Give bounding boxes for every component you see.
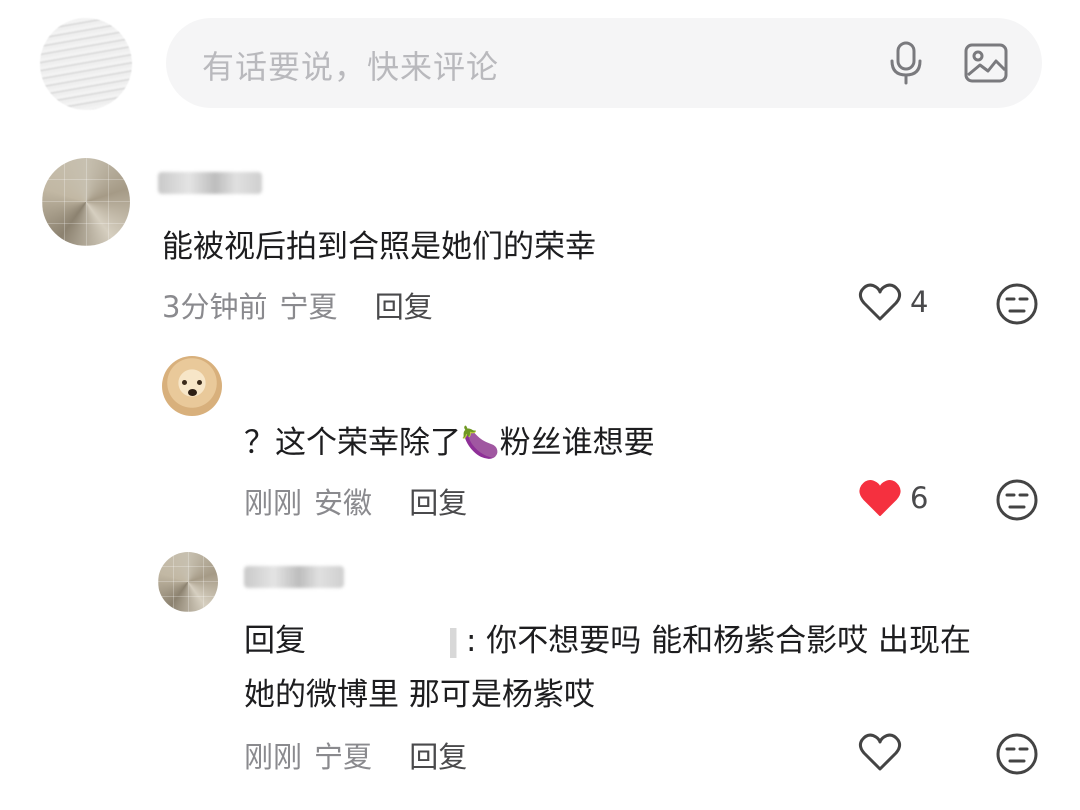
comment-time: 刚刚 xyxy=(244,740,303,774)
comment-input-placeholder[interactable]: 有话要说，快来评论 xyxy=(202,42,499,88)
like-button[interactable]: 4 xyxy=(858,282,928,322)
comment-location: 宁夏 xyxy=(314,740,373,774)
avatar[interactable] xyxy=(162,356,222,416)
heart-icon xyxy=(858,283,902,321)
reply-button[interactable]: 回复 xyxy=(375,290,433,324)
heart-filled-icon xyxy=(859,480,901,516)
comment-meta: 刚刚 宁夏 回复 xyxy=(244,734,467,776)
username[interactable] xyxy=(158,172,262,194)
comment-meta: 刚刚 安徽 回复 xyxy=(244,480,467,522)
comment-text: 能被视后拍到合照是她们的荣幸 xyxy=(162,229,596,265)
microphone-icon[interactable] xyxy=(888,41,924,85)
like-button[interactable] xyxy=(858,732,902,772)
dislike-icon[interactable] xyxy=(995,732,1039,776)
comment-time: 刚刚 xyxy=(244,486,303,520)
avatar[interactable] xyxy=(158,552,218,612)
image-icon[interactable] xyxy=(964,43,1008,83)
like-count: 4 xyxy=(910,285,929,319)
dislike-icon[interactable] xyxy=(995,282,1039,326)
comment-location: 安徽 xyxy=(314,486,373,520)
comment-location: 宁夏 xyxy=(279,290,338,324)
dislike-icon[interactable] xyxy=(995,478,1039,522)
reply-button[interactable]: 回复 xyxy=(409,740,467,774)
heart-icon xyxy=(858,733,902,771)
like-button[interactable]: 6 xyxy=(858,478,928,518)
comment-meta: 3分钟前 宁夏 回复 xyxy=(162,284,433,326)
like-count: 6 xyxy=(910,481,929,515)
comment-input-bar[interactable]: 有话要说，快来评论 xyxy=(166,18,1042,108)
comment-time: 3分钟前 xyxy=(162,290,268,324)
username[interactable] xyxy=(244,566,344,588)
avatar[interactable] xyxy=(42,158,130,246)
reply-button[interactable]: 回复 xyxy=(409,486,467,520)
mentioned-user-masked[interactable] xyxy=(306,627,466,658)
comment-text-line2: 她的微博里 那可是杨紫哎 xyxy=(244,677,595,713)
reply-prefix: 回复 xyxy=(244,623,306,659)
comment-page: 有话要说，快来评论 能被视后拍到合照是她们的荣幸 3分钟前 宁夏 回复 4 ？这… xyxy=(0,0,1080,810)
comment-text-line1: : 你不想要吗 能和杨紫合影哎 出现在 xyxy=(466,623,972,659)
my-avatar[interactable] xyxy=(40,18,132,110)
comment-text: ？这个荣幸除了🍆粉丝谁想要 xyxy=(244,425,655,461)
comment-text: 回复 : 你不想要吗 能和杨紫合影哎 出现在 xyxy=(244,616,971,666)
